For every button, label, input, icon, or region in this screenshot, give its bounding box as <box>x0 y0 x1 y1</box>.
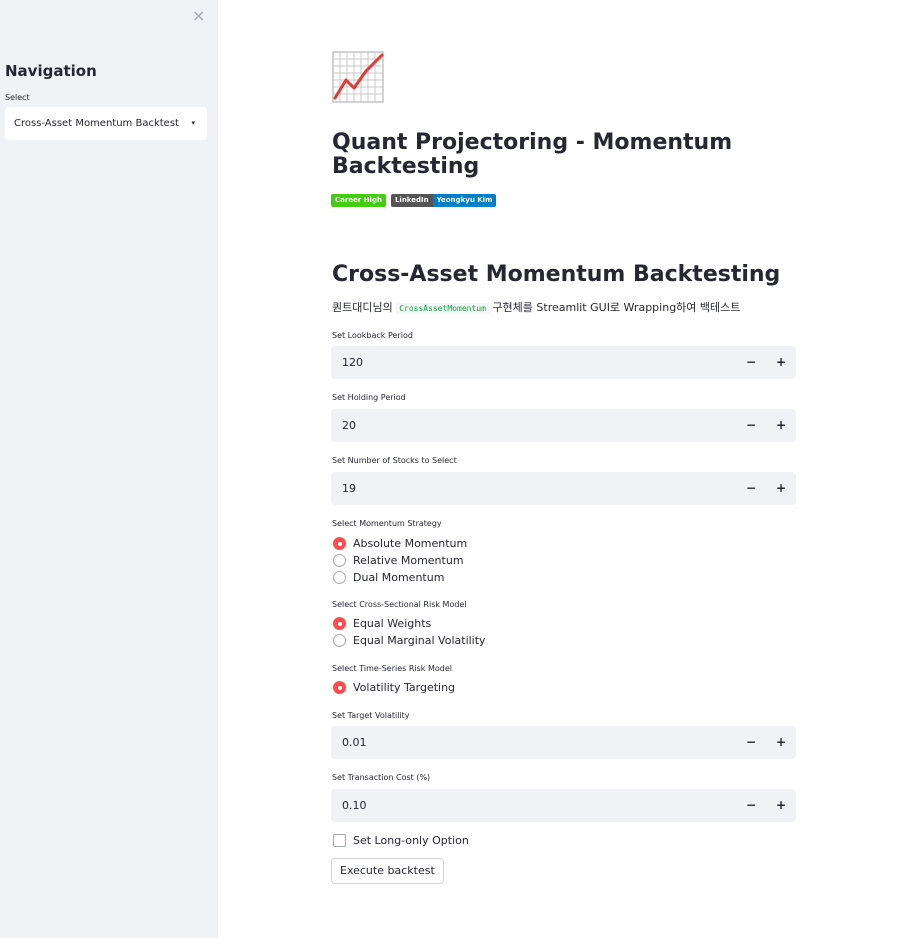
num-stocks-value[interactable]: 19 <box>342 472 356 505</box>
radio-relative-momentum[interactable]: Relative Momentum <box>333 553 464 567</box>
badge-label: Career High <box>331 194 386 207</box>
transaction-cost-value[interactable]: 0.10 <box>342 789 367 822</box>
select-label: Select <box>5 93 30 102</box>
num-stocks-label: Set Number of Stocks to Select <box>332 456 457 465</box>
career-high-badge[interactable]: Career High <box>331 194 386 207</box>
radio-unselected-icon <box>333 633 346 647</box>
holding-input[interactable]: 20 − + <box>331 409 796 442</box>
transaction-cost-input[interactable]: 0.10 − + <box>331 789 796 822</box>
radio-selected-icon <box>333 680 346 694</box>
decrement-button[interactable]: − <box>736 472 766 505</box>
radio-equal-weights[interactable]: Equal Weights <box>333 616 431 630</box>
linkedin-badge[interactable]: LinkedIn Yeongkyu Kim <box>390 194 497 207</box>
sidebar-heading: Navigation <box>5 62 97 80</box>
radio-selected-icon <box>333 616 346 630</box>
radio-label: Absolute Momentum <box>353 536 468 550</box>
page-title: Quant Projectoring - Momentum Backtestin… <box>332 130 733 179</box>
close-sidebar-icon[interactable]: × <box>192 6 205 25</box>
description-text: 퀀트대디님의 <box>332 301 397 314</box>
description: 퀀트대디님의 CrossAssetMomentum 구현체를 Streamlit… <box>332 299 740 315</box>
target-volatility-label: Set Target Volatility <box>332 711 410 720</box>
description-text: 구현체를 Streamlit GUI로 Wrapping하여 백테스트 <box>488 301 741 314</box>
radio-unselected-icon <box>333 553 346 567</box>
long-only-checkbox[interactable]: Set Long-only Option <box>333 834 469 847</box>
holding-value[interactable]: 20 <box>342 409 356 442</box>
holding-label: Set Holding Period <box>332 393 406 402</box>
inline-code: CrossAssetMomentum <box>396 303 489 314</box>
increment-button[interactable]: + <box>766 409 796 442</box>
radio-absolute-momentum[interactable]: Absolute Momentum <box>333 536 467 550</box>
page-select-value: Cross-Asset Momentum Backtest <box>14 118 179 129</box>
momentum-strategy-label: Select Momentum Strategy <box>332 519 442 528</box>
sidebar: × Navigation Select Cross-Asset Momentum… <box>0 0 218 938</box>
checkbox-label: Set Long-only Option <box>353 834 469 847</box>
radio-dual-momentum[interactable]: Dual Momentum <box>333 570 444 584</box>
lookback-input[interactable]: 120 − + <box>331 346 796 379</box>
checkbox-icon <box>333 834 346 847</box>
cs-risk-model-label: Select Cross-Sectional Risk Model <box>332 600 467 609</box>
chart-increasing-icon <box>332 51 384 103</box>
radio-label: Dual Momentum <box>353 570 445 584</box>
increment-button[interactable]: + <box>766 472 796 505</box>
badge-value: Yeongkyu Kim <box>432 194 497 207</box>
target-volatility-input[interactable]: 0.01 − + <box>331 726 796 759</box>
chevron-down-icon: ▾ <box>191 119 195 127</box>
badge-label: LinkedIn <box>390 194 433 207</box>
decrement-button[interactable]: − <box>736 789 766 822</box>
ts-risk-model-label: Select Time-Series Risk Model <box>332 664 452 673</box>
decrement-button[interactable]: − <box>736 346 766 379</box>
increment-button[interactable]: + <box>766 726 796 759</box>
lookback-value[interactable]: 120 <box>342 346 363 379</box>
badges: Career High LinkedIn Yeongkyu Kim <box>331 194 497 207</box>
radio-label: Equal Marginal Volatility <box>353 633 486 647</box>
page-select[interactable]: Cross-Asset Momentum Backtest ▾ <box>5 107 207 140</box>
decrement-button[interactable]: − <box>736 409 766 442</box>
decrement-button[interactable]: − <box>736 726 766 759</box>
num-stocks-input[interactable]: 19 − + <box>331 472 796 505</box>
section-heading: Cross-Asset Momentum Backtesting <box>332 262 781 287</box>
increment-button[interactable]: + <box>766 789 796 822</box>
target-volatility-value[interactable]: 0.01 <box>342 726 367 759</box>
transaction-cost-label: Set Transaction Cost (%) <box>332 773 431 782</box>
radio-volatility-targeting[interactable]: Volatility Targeting <box>333 680 455 694</box>
increment-button[interactable]: + <box>766 346 796 379</box>
radio-label: Volatility Targeting <box>353 680 456 694</box>
radio-equal-marginal-volatility[interactable]: Equal Marginal Volatility <box>333 633 486 647</box>
radio-selected-icon <box>333 536 346 550</box>
lookback-label: Set Lookback Period <box>332 331 413 340</box>
execute-backtest-button[interactable]: Execute backtest <box>331 858 444 884</box>
radio-label: Equal Weights <box>353 616 432 630</box>
radio-unselected-icon <box>333 570 346 584</box>
radio-label: Relative Momentum <box>353 553 464 567</box>
